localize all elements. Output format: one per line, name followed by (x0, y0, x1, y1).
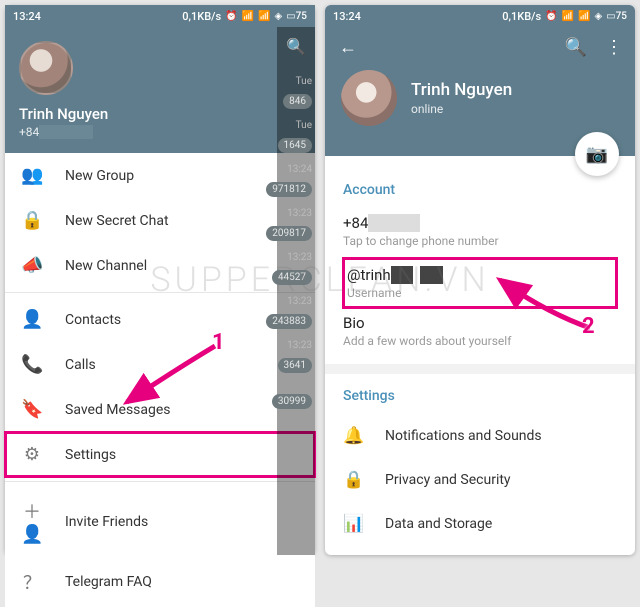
help-icon: ？ (21, 569, 43, 595)
settings-label: Data and Storage (385, 516, 492, 532)
status-speed: 0,1KB/s (502, 10, 541, 23)
search-icon[interactable]: 🔍 (277, 37, 315, 56)
menu-label: Telegram FAQ (65, 574, 152, 590)
menu-telegram-faq[interactable]: ？ Telegram FAQ (5, 557, 315, 607)
bell-icon: 🔔 (343, 426, 363, 446)
unread-badge: 971812 (266, 182, 312, 197)
menu-label: Saved Messages (65, 402, 171, 418)
battery-icon: ▭75 (286, 11, 307, 22)
username-field[interactable]: @trinhxxx xxx Username (343, 258, 617, 308)
profile-header: ← 🔍 ⋮ Trinh Nguyen online 📷 (325, 27, 635, 156)
contact-icon: 👤 (21, 309, 43, 330)
phone-sub: Tap to change phone number (343, 234, 617, 248)
divider (5, 292, 315, 293)
phone-value: +84 (343, 214, 368, 232)
status-bar: 13:24 0,1KB/s ⏰ 📶 📶 ◈ ▭75 (325, 5, 635, 27)
status-bar: 13:24 0,1KB/s ⏰ 📶 📶 ◈ ▭75 (5, 5, 315, 27)
profile-name: Trinh Nguyen (411, 80, 512, 100)
more-icon[interactable]: ⋮ (605, 37, 623, 58)
section-title: Settings (343, 388, 617, 404)
wifi-icon: ◈ (594, 11, 602, 22)
divider (5, 481, 315, 482)
menu-settings[interactable]: ⚙ Settings (5, 432, 315, 477)
alarm-icon: ⏰ (225, 11, 237, 22)
phone-settings-screen: 13:24 0,1KB/s ⏰ 📶 📶 ◈ ▭75 ← 🔍 ⋮ (325, 5, 635, 555)
chat-time: 13:24 (287, 164, 312, 175)
profile-phone: +84xxxxxxxxx (19, 125, 301, 139)
menu-saved-messages[interactable]: 🔖 Saved Messages (5, 387, 315, 432)
phone-drawer-screen: 13:24 0,1KB/s ⏰ 📶 📶 ◈ ▭75 Trinh Nguyen +… (5, 5, 315, 555)
chat-time: Tue (296, 120, 312, 131)
alarm-icon: ⏰ (545, 11, 557, 22)
settings-data-storage[interactable]: 📊 Data and Storage (325, 502, 635, 546)
bio-label: Bio (343, 314, 617, 332)
drawer-menu: 👥 New Group 🔒 New Secret Chat 📣 New Chan… (5, 153, 315, 607)
invite-icon: ＋👤 (21, 498, 43, 545)
username-value: @trinh (347, 266, 391, 284)
signal-icon: 📶 (562, 11, 574, 22)
chat-time: 13:23 (287, 252, 312, 263)
dimmed-background: 🔍 Tue 846 Tue 1645 13:24 971812 13:23 20… (277, 27, 315, 555)
bio-sub: Add a few words about yourself (343, 334, 617, 348)
chat-time: Tue (296, 76, 312, 87)
chat-time: 13:23 (287, 208, 312, 219)
unread-badge: 30999 (272, 394, 312, 409)
drawer-header: Trinh Nguyen +84xxxxxxxxx (5, 27, 315, 153)
settings-section: Settings (325, 374, 635, 404)
wifi-icon: ◈ (274, 11, 282, 22)
data-icon: 📊 (343, 514, 363, 534)
unread-badge: 846 (283, 94, 312, 109)
menu-calls[interactable]: 📞 Calls (5, 342, 315, 387)
gear-icon: ⚙ (21, 444, 43, 465)
signal-icon: 📶 (258, 11, 270, 22)
lock-icon: 🔒 (343, 470, 363, 490)
call-icon: 📞 (21, 354, 43, 375)
menu-label: Invite Friends (65, 514, 148, 530)
battery-icon: ▭75 (606, 11, 627, 22)
menu-label: New Channel (65, 258, 147, 274)
status-time: 13:24 (333, 10, 361, 23)
menu-label: Settings (65, 447, 116, 463)
unread-badge: 3641 (278, 358, 312, 373)
settings-notifications[interactable]: 🔔 Notifications and Sounds (325, 414, 635, 458)
back-icon[interactable]: ← (339, 37, 357, 58)
settings-privacy[interactable]: 🔒 Privacy and Security (325, 458, 635, 502)
status-time: 13:24 (13, 10, 41, 23)
unread-badge: 243883 (266, 314, 312, 329)
menu-label: New Secret Chat (65, 213, 169, 229)
section-separator (325, 364, 635, 374)
menu-label: New Group (65, 168, 134, 184)
unread-badge: 44527 (272, 270, 312, 285)
bookmark-icon: 🔖 (21, 399, 43, 420)
menu-invite-friends[interactable]: ＋👤 Invite Friends (5, 486, 315, 557)
chat-time: 13:23 (287, 340, 312, 351)
group-icon: 👥 (21, 165, 43, 186)
lock-icon: 🔒 (21, 210, 43, 231)
chat-time: 13:23 (287, 296, 312, 307)
unread-badge: 209817 (266, 226, 312, 241)
unread-badge: 1645 (278, 138, 312, 153)
section-title: Account (343, 182, 617, 198)
profile-name: Trinh Nguyen (19, 105, 301, 123)
search-icon[interactable]: 🔍 (565, 37, 587, 58)
signal-icon: 📶 (242, 11, 254, 22)
menu-label: Calls (65, 357, 96, 373)
account-section: Account +84 xx xxx Tap to change phone n… (325, 156, 635, 364)
settings-label: Privacy and Security (385, 472, 511, 488)
settings-label: Notifications and Sounds (385, 428, 542, 444)
menu-new-channel[interactable]: 📣 New Channel (5, 243, 315, 288)
avatar[interactable] (19, 41, 73, 95)
menu-label: Contacts (65, 312, 121, 328)
megaphone-icon: 📣 (21, 255, 43, 276)
bio-field[interactable]: Bio Add a few words about yourself (343, 308, 617, 358)
phone-field[interactable]: +84 xx xxx Tap to change phone number (343, 208, 617, 258)
settings-chat[interactable]: 💬 Chat Settings (325, 546, 635, 555)
avatar[interactable] (341, 70, 397, 126)
profile-status: online (411, 102, 512, 116)
status-speed: 0,1KB/s (182, 10, 221, 23)
signal-icon: 📶 (578, 11, 590, 22)
username-sub: Username (347, 286, 613, 300)
